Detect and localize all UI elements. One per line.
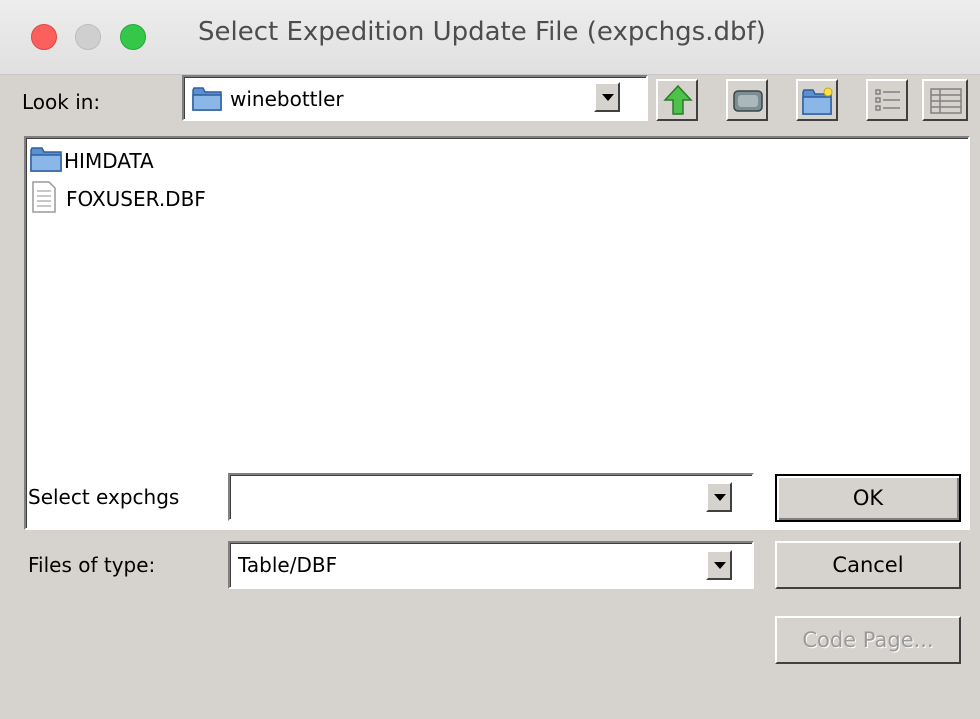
- select-file-dropdown-button[interactable]: [706, 482, 732, 512]
- desktop-icon: [732, 87, 764, 119]
- list-item-label: FOXUSER.DBF: [66, 187, 206, 211]
- title-bar[interactable]: Select Expedition Update File (expchgs.d…: [0, 0, 980, 75]
- folder-icon: [30, 145, 62, 177]
- list-item-folder[interactable]: HIMDATA: [30, 144, 154, 178]
- files-of-type-dropdown-button[interactable]: [706, 550, 732, 580]
- chevron-down-icon: [602, 94, 614, 101]
- chevron-down-icon: [714, 494, 726, 501]
- close-window-button[interactable]: [31, 24, 57, 50]
- look-in-label: Look in:: [22, 90, 101, 114]
- list-item-label: HIMDATA: [64, 149, 154, 173]
- select-file-combo[interactable]: [228, 473, 754, 521]
- up-folder-icon: [663, 84, 693, 120]
- look-in-combo[interactable]: winebottler: [182, 75, 648, 121]
- details-view-button[interactable]: [922, 79, 968, 121]
- list-view-icon: [874, 87, 902, 119]
- list-view-button[interactable]: [866, 79, 908, 121]
- file-list[interactable]: HIMDATA FOXUSER.DBF: [24, 136, 970, 530]
- files-of-type-label: Files of type:: [28, 553, 156, 577]
- details-view-icon: [930, 87, 962, 119]
- up-one-level-button[interactable]: [656, 79, 698, 121]
- folder-icon: [192, 84, 222, 116]
- minimize-window-button[interactable]: [75, 24, 101, 50]
- look-in-dropdown-button[interactable]: [594, 82, 620, 112]
- select-file-label: Select expchgs: [28, 485, 180, 509]
- window-title: Select Expedition Update File (expchgs.d…: [198, 17, 766, 47]
- files-of-type-value: Table/DBF: [238, 553, 338, 577]
- cancel-button[interactable]: Cancel: [775, 541, 961, 589]
- ok-button[interactable]: OK: [775, 474, 961, 522]
- new-folder-icon: [802, 86, 834, 120]
- dialog-body: Look in: winebottler HIMDATA FOXUSER.DBF…: [10, 75, 980, 719]
- zoom-window-button[interactable]: [120, 24, 146, 50]
- files-of-type-combo[interactable]: Table/DBF: [228, 541, 754, 589]
- look-in-value: winebottler: [230, 87, 344, 111]
- desktop-button[interactable]: [726, 79, 768, 121]
- chevron-down-icon: [714, 562, 726, 569]
- code-page-button[interactable]: Code Page...: [775, 616, 961, 664]
- new-folder-button[interactable]: [796, 79, 838, 121]
- file-icon: [32, 181, 56, 217]
- list-item-file[interactable]: FOXUSER.DBF: [30, 181, 206, 217]
